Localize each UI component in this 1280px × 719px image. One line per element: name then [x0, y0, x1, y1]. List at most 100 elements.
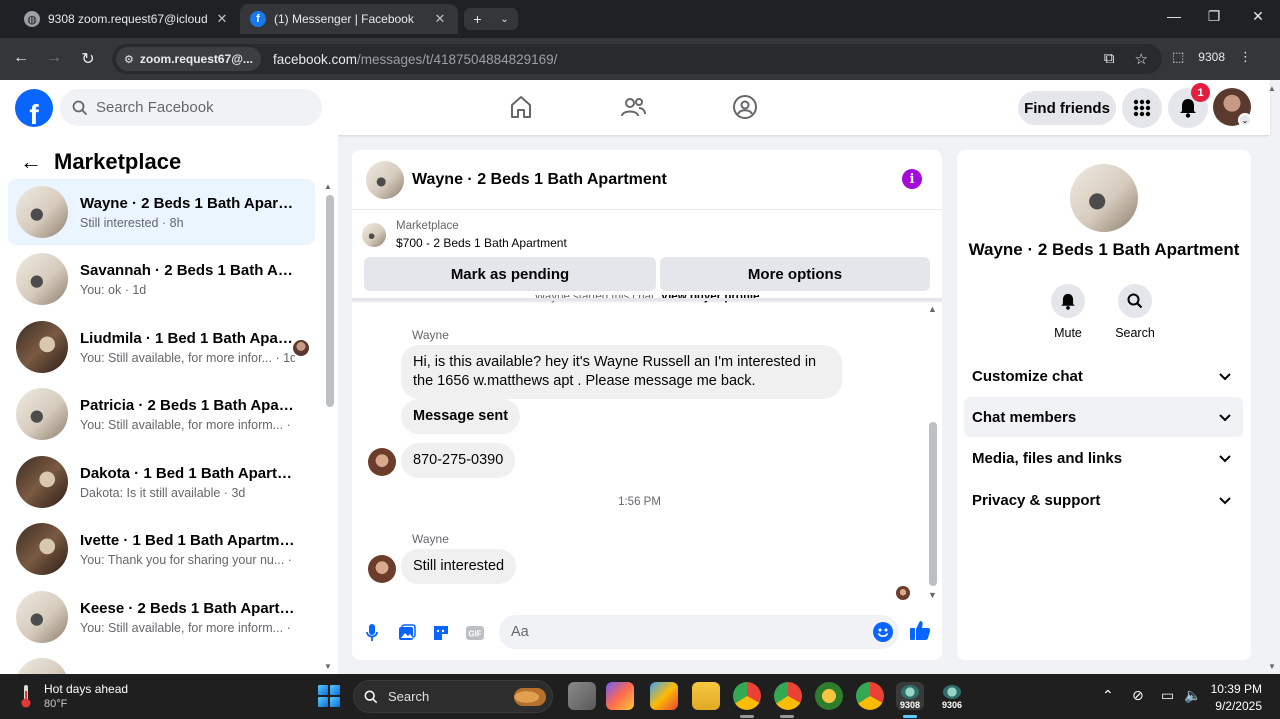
gif-icon[interactable]: GIF — [464, 622, 486, 644]
install-app-icon[interactable]: ⧉ — [1104, 50, 1115, 68]
media-files-links-section[interactable]: Media, files and links — [964, 438, 1243, 478]
menu-grid-button[interactable] — [1122, 88, 1162, 128]
app-9306-button[interactable]: 9306 — [938, 682, 966, 710]
friends-icon[interactable] — [620, 94, 646, 120]
profile-chip[interactable]: 9308 — [1198, 50, 1225, 64]
conversation-item[interactable]: Alizeaya · 2 Beds 1 Bath Apartm... — [8, 651, 315, 674]
scroll-down-arrow-icon[interactable]: ▼ — [928, 590, 937, 600]
forward-arrow-icon[interactable]: → — [43, 49, 65, 67]
message-bubble[interactable]: Hi, is this available? hey it's Wayne Ru… — [401, 345, 842, 399]
scroll-down-arrow-icon[interactable]: ▼ — [324, 662, 332, 671]
network-icon[interactable]: ▭ — [1161, 687, 1174, 704]
microsoft-store-icon[interactable] — [650, 682, 678, 710]
more-options-button[interactable]: More options — [660, 257, 930, 291]
page-scroll-up-arrow-icon[interactable]: ▲ — [1268, 84, 1276, 93]
sender-avatar[interactable] — [368, 448, 396, 476]
conversation-item[interactable]: Dakota · 1 Bed 1 Bath Apartment Dakota: I… — [8, 449, 315, 515]
bookmark-star-icon[interactable]: ☆ — [1135, 50, 1148, 68]
close-tab-icon[interactable]: ✕ — [432, 11, 448, 27]
volume-icon[interactable]: 🔈 — [1184, 687, 1201, 704]
chevron-down-icon — [1219, 450, 1231, 467]
find-friends-button[interactable]: Find friends — [1018, 91, 1116, 125]
customize-chat-section[interactable]: Customize chat — [964, 356, 1243, 396]
listing-summary[interactable]: Marketplace $700 - 2 Beds 1 Bath Apartme… — [362, 220, 567, 250]
new-tab-plus-icon[interactable]: + — [473, 11, 481, 27]
chat-thumbnail[interactable] — [366, 160, 404, 199]
search-input[interactable] — [96, 99, 296, 116]
scroll-up-arrow-icon[interactable]: ▲ — [324, 182, 332, 191]
site-info-chip[interactable]: ⚙ zoom.request67@... — [116, 47, 261, 71]
chevron-up-icon[interactable]: ⌃ — [1102, 687, 1114, 704]
message-bubble[interactable]: Message sent — [401, 399, 521, 434]
minimize-icon[interactable]: — — [1164, 8, 1184, 24]
tab-search-chevron-icon[interactable]: ⌄ — [500, 14, 508, 25]
home-icon[interactable] — [508, 94, 534, 120]
scroll-up-arrow-icon[interactable]: ▲ — [928, 304, 937, 314]
browser-menu-icon[interactable]: ⋮ — [1239, 49, 1252, 65]
close-tab-icon[interactable]: ✕ — [214, 11, 230, 27]
app-icon[interactable] — [815, 682, 843, 710]
browser-tab-inactive[interactable]: ◍ 9308 zoom.request67@icloud.c ✕ — [14, 4, 240, 34]
chat-details-panel: Wayne · 2 Beds 1 Bath Apartment Mute Sea… — [957, 150, 1251, 660]
microphone-icon[interactable] — [361, 622, 383, 644]
wifi-off-icon[interactable]: ⊘ — [1132, 687, 1144, 704]
sticker-icon[interactable] — [430, 622, 452, 644]
restore-icon[interactable]: ❐ — [1204, 8, 1224, 25]
search-conversation-button[interactable]: Search — [1105, 284, 1165, 340]
conversation-name: Ivette · 1 Bed 1 Bath Apartment — [80, 531, 295, 549]
mute-button[interactable]: Mute — [1038, 284, 1098, 340]
task-view-icon[interactable] — [568, 682, 596, 710]
info-icon[interactable]: i — [902, 169, 922, 189]
like-thumb-icon[interactable] — [909, 619, 931, 641]
copilot-icon[interactable] — [606, 682, 634, 710]
app-9308-button[interactable]: 9308 — [896, 682, 924, 710]
reload-icon[interactable]: ↻ — [77, 49, 99, 69]
new-tab-group: + ⌄ — [464, 8, 518, 30]
weather-widget[interactable]: Hot days ahead 80°F — [18, 682, 128, 710]
message-input[interactable] — [499, 615, 899, 649]
chat-title[interactable]: Wayne · 2 Beds 1 Bath Apartment — [412, 171, 667, 189]
address-bar[interactable]: ⚙ zoom.request67@... facebook.com/messag… — [112, 44, 1162, 74]
windows-start-icon[interactable] — [318, 685, 340, 707]
message-bubble[interactable]: Still interested — [401, 549, 517, 584]
file-explorer-icon[interactable] — [692, 682, 720, 710]
browser-tab-active[interactable]: f (1) Messenger | Facebook ✕ — [240, 4, 458, 34]
facebook-logo-icon[interactable]: f — [15, 89, 53, 127]
svg-text:GIF: GIF — [468, 630, 481, 639]
conversation-item[interactable]: Liudmila · 1 Bed 1 Bath Apart... You: Sti… — [8, 314, 315, 380]
taskbar-search-label: Search — [388, 689, 430, 704]
groups-icon[interactable] — [732, 94, 758, 120]
mark-as-pending-button[interactable]: Mark as pending — [364, 257, 656, 291]
message-composer: GIF — [352, 612, 942, 660]
message-bubble[interactable]: 870-275-0390 — [401, 443, 516, 478]
taskbar-search[interactable]: Search — [353, 680, 553, 713]
chat-scrollbar[interactable] — [929, 422, 937, 586]
conversation-list-scrollbar[interactable] — [326, 195, 334, 407]
account-chevron-icon[interactable]: ⌄ — [1238, 113, 1252, 127]
conversation-item[interactable]: Ivette · 1 Bed 1 Bath Apartment You: Than… — [8, 516, 315, 582]
conversation-item[interactable]: Wayne · 2 Beds 1 Bath Apartment Still int… — [8, 179, 315, 245]
sender-avatar[interactable] — [368, 555, 396, 583]
panel-title: Marketplace — [54, 149, 182, 174]
chevron-down-icon — [1219, 492, 1231, 509]
facebook-search[interactable] — [60, 89, 322, 126]
url-text[interactable]: facebook.com/messages/t/4187504884829169… — [273, 52, 557, 67]
extensions-icon[interactable]: ⬚ — [1172, 49, 1184, 65]
chat-members-section[interactable]: Chat members — [964, 397, 1243, 437]
conversation-item[interactable]: Patricia · 2 Beds 1 Bath Apartment You: S… — [8, 381, 315, 447]
page-scroll-down-arrow-icon[interactable]: ▼ — [1268, 662, 1276, 671]
conversation-item[interactable]: Keese · 2 Beds 1 Bath Apartment You: Stil… — [8, 584, 315, 650]
chrome-profile-icon[interactable] — [856, 682, 884, 710]
photo-icon[interactable] — [396, 622, 418, 644]
privacy-support-section[interactable]: Privacy & support — [964, 480, 1243, 520]
back-arrow-icon[interactable]: ← — [20, 149, 42, 175]
system-clock[interactable]: 10:39 PM 9/2/2025 — [1206, 682, 1262, 713]
chrome-profile-icon[interactable] — [774, 682, 802, 710]
read-receipt-avatar — [896, 586, 910, 600]
emoji-icon[interactable] — [873, 622, 893, 642]
conversation-item[interactable]: Savannah · 2 Beds 1 Bath Apart... You: ok… — [8, 246, 315, 312]
chrome-icon[interactable] — [733, 682, 761, 710]
close-window-icon[interactable]: ✕ — [1248, 8, 1268, 25]
back-arrow-icon[interactable]: ← — [10, 49, 32, 67]
chat-avatar[interactable] — [1070, 164, 1138, 232]
